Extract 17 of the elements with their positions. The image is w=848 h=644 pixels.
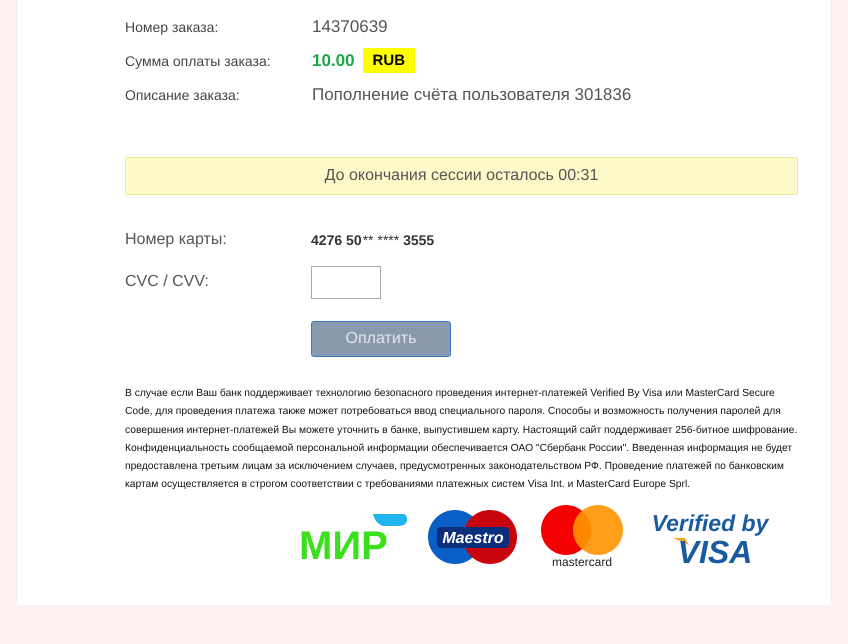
card-logo: Maestro [427, 508, 519, 565]
field-label: Номер заказа: [125, 18, 220, 34]
currency-badge: RUB [362, 48, 416, 73]
verified-logo: Verified by VISA [645, 506, 775, 567]
field-label: Номер карты: [125, 231, 228, 249]
field-label: CVC / CVV: [125, 273, 210, 291]
disclaimer-text: В случае если Ваш банк поддерживает технологию безопасного проведения интернет-платежей Verified By Visa или MasterCard Secure Code, для проведения платежа также может потребоваться ввод специального пароля. Способы и возможность получения паролей для совершения интернет-платежей Вы можете уточнить в банке, выпустившем карту. Настоящий сайт поддерживает 256-битное шифрование. Конфиденциальность сообщаемой персональной информации обеспечивается ОАО "Сбербанк России". Введенная информация не будет предоставлена третьим лицам за исключением случаев, предусмотренных законодательством РФ. Проведение платежей по банковским картам осуществляется в строгом соответствии с требованиями платежных систем Visa Int. и MasterCard Europe Sprl. [125, 387, 798, 492]
card-logo: МИР [297, 514, 407, 560]
amount-value: 10.00 [312, 50, 355, 70]
card-logo: mastercard [539, 504, 625, 569]
session-timer-notice: До окончания сессии осталось 00:31 [125, 157, 798, 195]
order-description: Пополнение счёта пользователя 301836 [312, 84, 632, 104]
field-label: Сумма оплаты заказа: [125, 52, 272, 68]
field-label: Описание заказа: [125, 86, 241, 102]
card-number: 4276 50** **** 3555 [311, 232, 434, 248]
cvc-input-field[interactable] [311, 266, 381, 298]
order-number: 14370639 [312, 16, 388, 36]
